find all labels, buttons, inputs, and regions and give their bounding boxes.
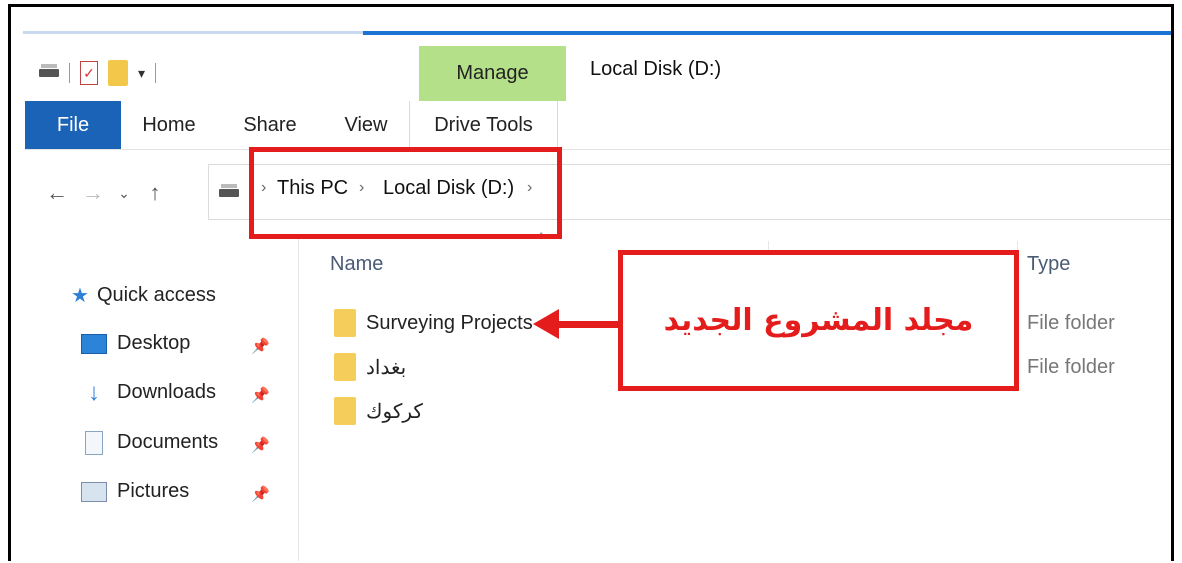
nav-item-label: Downloads	[117, 381, 216, 403]
tab-manage[interactable]: Manage	[419, 46, 566, 101]
nav-item-label: Documents	[117, 431, 219, 453]
properties-icon[interactable]: ✓	[80, 61, 98, 85]
ribbon-divider	[25, 149, 1171, 150]
file-name: كركوك	[366, 400, 423, 423]
pin-icon[interactable]: 📌	[251, 337, 270, 355]
document-icon	[85, 430, 103, 455]
folder-icon	[334, 397, 356, 425]
annotation-arrow-shaft	[551, 321, 619, 328]
nav-item-desktop[interactable]: Desktop	[81, 332, 190, 355]
forward-arrow-icon[interactable]: →	[75, 180, 111, 206]
pictures-icon	[81, 481, 107, 502]
customize-toolbar-icon[interactable]: ▾	[138, 65, 145, 82]
nav-item-downloads[interactable]: ↓ Downloads	[81, 378, 216, 406]
tab-share[interactable]: Share	[217, 101, 323, 149]
nav-quick-access-label: Quick access	[96, 284, 216, 306]
toolbar-divider	[155, 63, 157, 83]
navigation-buttons: ← → ⌄ ↑	[39, 173, 173, 213]
toolbar-divider	[69, 63, 70, 83]
breadcrumb-highlight-box	[249, 147, 562, 239]
drive-icon[interactable]	[39, 64, 59, 77]
file-name: بغداد	[366, 356, 407, 379]
up-arrow-icon[interactable]: ↑	[137, 180, 173, 206]
tab-drive-tools[interactable]: Drive Tools	[409, 101, 558, 149]
download-arrow-icon: ↓	[88, 378, 100, 406]
new-folder-icon[interactable]	[108, 60, 128, 86]
title-bar-strip	[23, 31, 363, 34]
annotation-text: مجلد المشروع الجديد	[663, 303, 974, 338]
file-type: File folder	[1027, 356, 1115, 378]
folder-icon	[334, 353, 356, 381]
column-header-name[interactable]: Name	[330, 253, 383, 276]
tab-view[interactable]: View	[323, 101, 409, 149]
annotation-arrow-head-icon	[533, 309, 559, 339]
title-bar-accent	[363, 31, 1171, 35]
nav-item-pictures[interactable]: Pictures	[81, 480, 189, 503]
nav-item-label: Pictures	[117, 480, 190, 502]
quick-access-toolbar: ✓ ▾	[39, 58, 157, 88]
ribbon-tabs: File Home Share View Drive Tools	[25, 101, 558, 149]
star-icon: ★	[71, 285, 89, 307]
list-item[interactable]: Surveying Projects	[334, 309, 533, 337]
recent-locations-chevron-icon[interactable]: ⌄	[111, 185, 137, 202]
file-name: Surveying Projects	[366, 311, 533, 334]
pin-icon[interactable]: 📌	[251, 485, 270, 503]
annotation-callout: مجلد المشروع الجديد	[618, 250, 1019, 391]
nav-item-documents[interactable]: Documents	[81, 430, 219, 455]
explorer-window: ✓ ▾ Manage Local Disk (D:) File Home Sha…	[8, 4, 1174, 561]
back-arrow-icon[interactable]: ←	[39, 180, 75, 206]
address-drive-icon	[219, 184, 239, 197]
column-header-type[interactable]: Type	[1027, 253, 1070, 276]
file-type: File folder	[1027, 312, 1115, 334]
tab-home[interactable]: Home	[121, 101, 217, 149]
pin-icon[interactable]: 📌	[251, 436, 270, 454]
pin-icon[interactable]: 📌	[251, 386, 270, 404]
desktop-icon	[81, 333, 107, 354]
tab-file[interactable]: File	[25, 101, 121, 149]
folder-icon	[334, 309, 356, 337]
list-item[interactable]: كركوك	[334, 397, 423, 425]
nav-quick-access[interactable]: ★ Quick access	[71, 283, 216, 308]
nav-item-label: Desktop	[117, 332, 191, 354]
list-item[interactable]: بغداد	[334, 353, 406, 381]
window-title: Local Disk (D:)	[590, 58, 722, 80]
